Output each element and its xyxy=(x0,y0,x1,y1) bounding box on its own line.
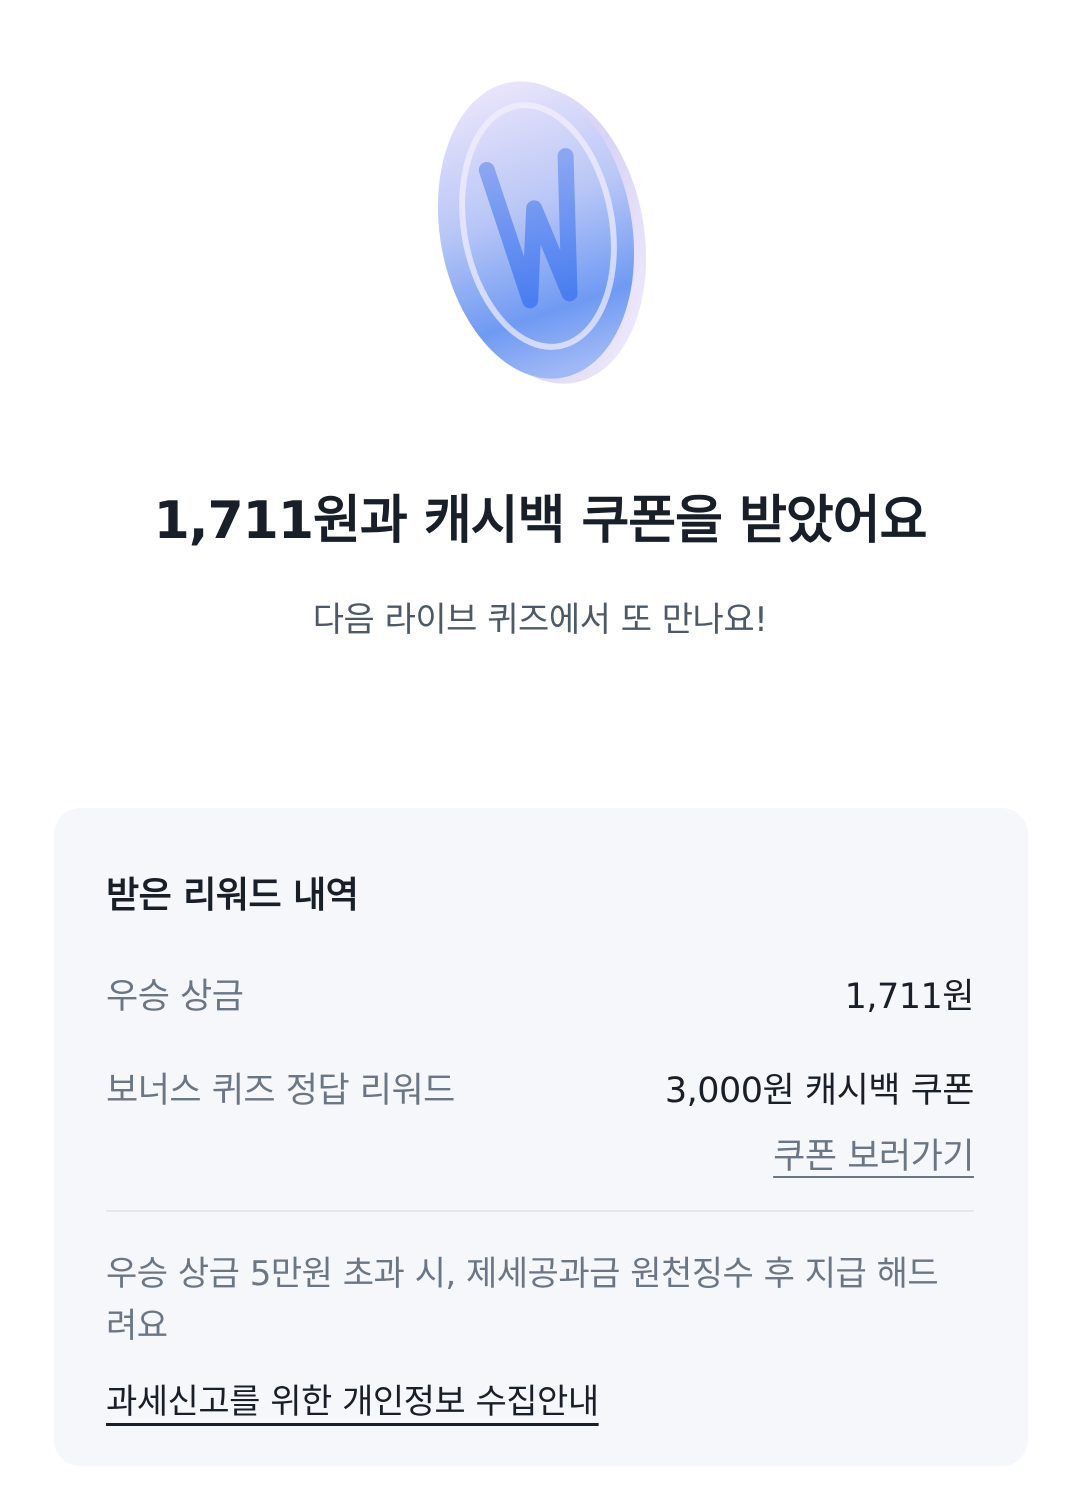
reward-headline: 1,711원과 캐시백 쿠폰을 받았어요 xyxy=(153,491,928,551)
reward-subtitle: 다음 라이브 퀴즈에서 또 만나요! xyxy=(312,600,768,640)
tax-withholding-notice: 우승 상금 5만원 초과 시, 제세공과금 원천징수 후 지급 해드려요 xyxy=(106,1254,939,1346)
reward-history-title: 받은 리워드 내역 xyxy=(106,875,359,916)
won-coin-icon xyxy=(420,70,660,400)
bonus-quiz-reward-value: 3,000원 캐시백 쿠폰 xyxy=(664,1071,975,1111)
reward-result-page: 1,711원과 캐시백 쿠폰을 받았어요 다음 라이브 퀴즈에서 또 만나요! … xyxy=(0,0,1080,1509)
divider xyxy=(106,1210,974,1212)
privacy-collection-link[interactable]: 과세신고를 위한 개인정보 수집안내 xyxy=(106,1374,599,1423)
view-coupon-link[interactable]: 쿠폰 보러가기 xyxy=(773,1128,974,1179)
reward-history-card: 받은 리워드 내역 우승 상금 1,711원 보너스 퀴즈 정답 리워드 3,0… xyxy=(54,808,1028,1466)
bonus-quiz-reward-label: 보너스 퀴즈 정답 리워드 xyxy=(106,1071,455,1111)
winning-prize-value: 1,711원 xyxy=(844,977,975,1017)
winning-prize-label: 우승 상금 xyxy=(106,977,244,1017)
